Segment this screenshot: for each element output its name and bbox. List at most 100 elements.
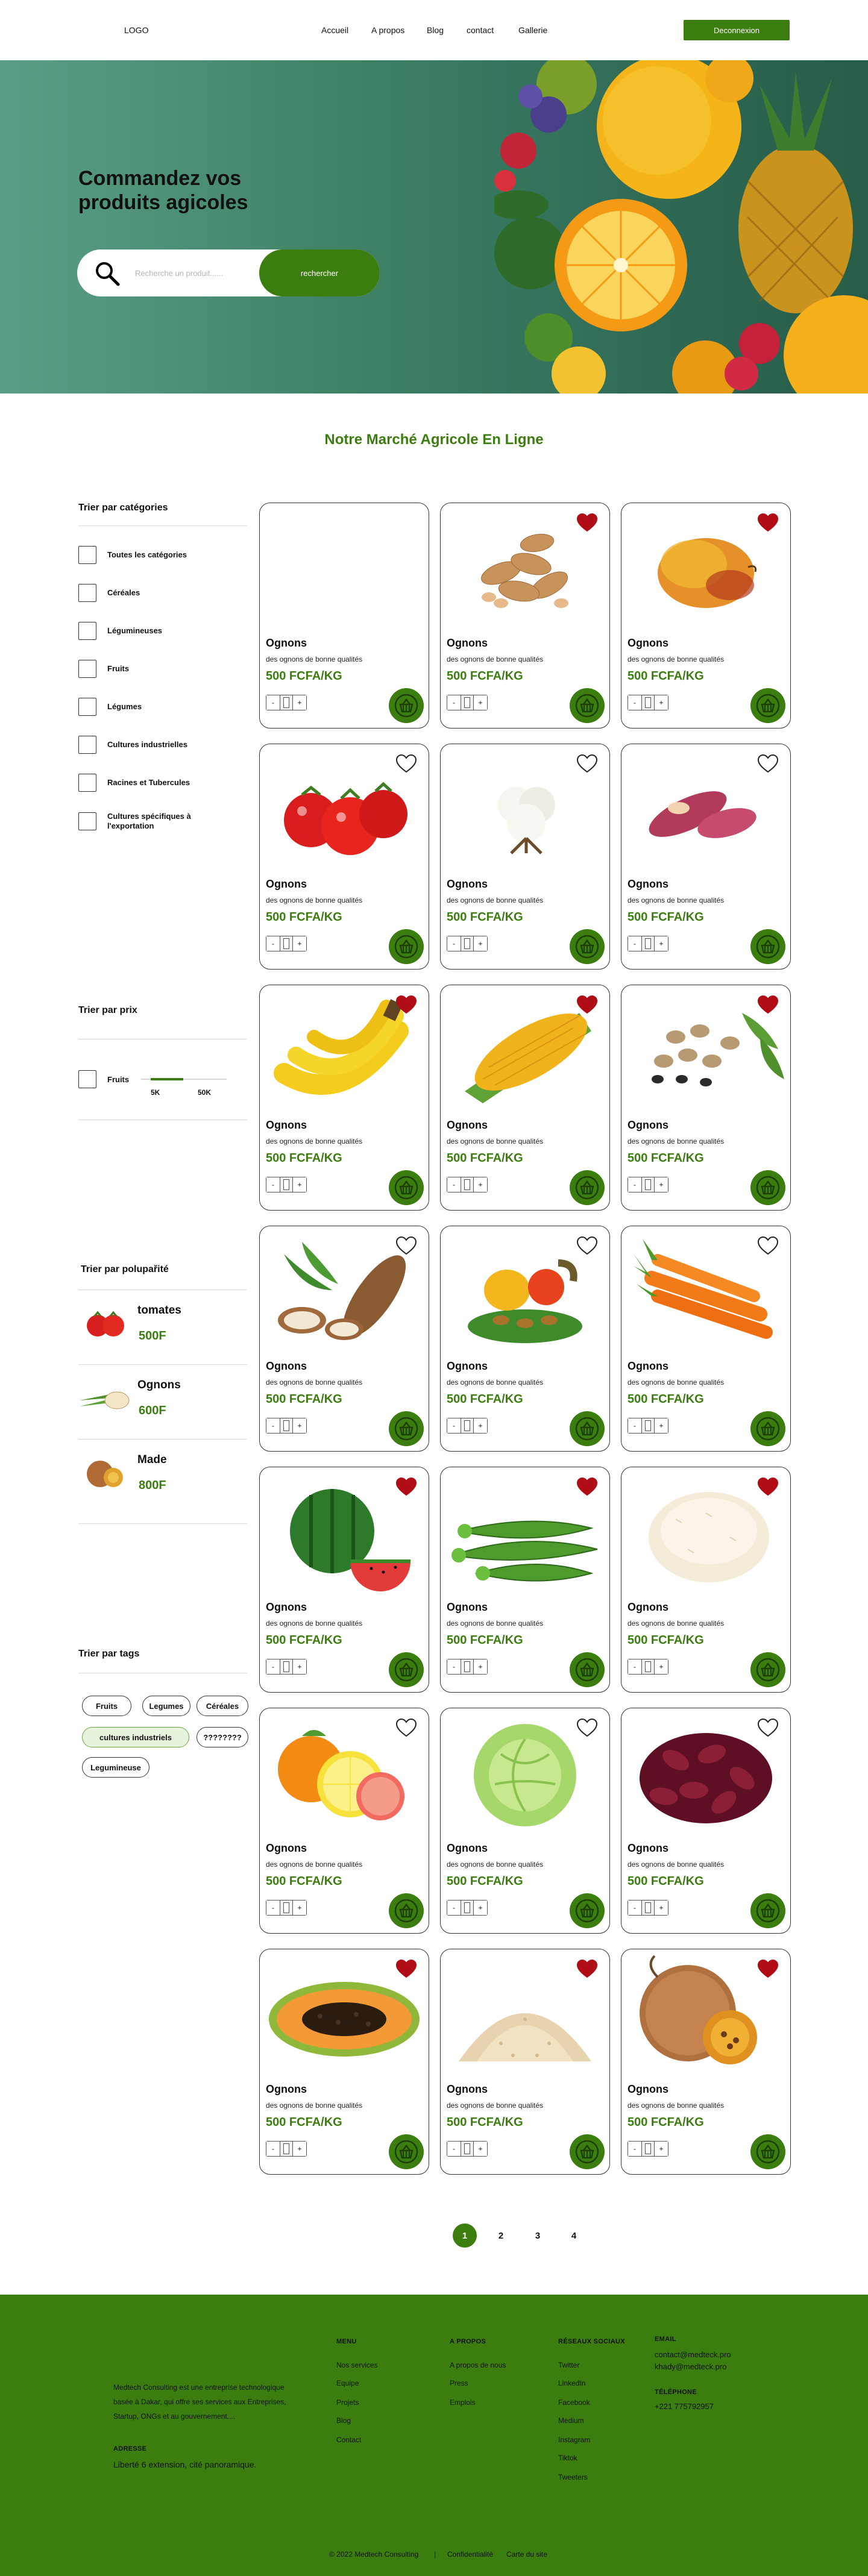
product-card[interactable]: Ognons des ognons de bonne qualités 500 FC…	[621, 1467, 791, 1693]
product-card[interactable]: Ognons des ognons de bonne qualités 500 FC…	[621, 1708, 791, 1934]
product-card[interactable]: Ognons des ognons de bonne qualités 500 FC…	[259, 1949, 429, 2175]
product-card[interactable]: Ognons des ognons de bonne qualités 500 FC…	[440, 1949, 610, 2175]
product-card[interactable]: Ognons des ognons de bonne qualités 500 FC…	[440, 985, 610, 1211]
heart-outline-icon[interactable]	[577, 1236, 597, 1255]
checkbox[interactable]	[78, 660, 96, 678]
increment-button[interactable]: +	[293, 936, 306, 951]
heart-outline-icon[interactable]	[577, 754, 597, 773]
decrement-button[interactable]: -	[266, 1901, 280, 1915]
increment-button[interactable]: +	[655, 695, 668, 710]
heart-filled-icon[interactable]	[577, 1959, 597, 1978]
footer-link-emplois[interactable]: Emplois	[450, 2398, 476, 2407]
increment-button[interactable]: +	[474, 1177, 487, 1192]
product-card[interactable]: Ognons des ognons de bonne qualités 500 FC…	[259, 744, 429, 970]
quantity-value[interactable]	[461, 1659, 474, 1674]
footer-link-instagram[interactable]: Instagram	[558, 2436, 590, 2444]
increment-button[interactable]: +	[655, 1901, 668, 1915]
search-icon[interactable]	[94, 260, 121, 287]
logout-button[interactable]: Deconnexion	[684, 20, 790, 40]
page-3-button[interactable]: 3	[526, 2223, 550, 2248]
footer-sitemap-link[interactable]: Carte du site	[506, 2550, 547, 2559]
add-to-cart-button[interactable]	[389, 929, 424, 964]
tag-cereales[interactable]: Céréales	[197, 1696, 248, 1716]
product-card[interactable]: Ognons des ognons de bonne qualités 500 FC…	[259, 1467, 429, 1693]
decrement-button[interactable]: -	[447, 1901, 461, 1915]
decrement-button[interactable]: -	[447, 2142, 461, 2156]
increment-button[interactable]: +	[293, 1901, 306, 1915]
heart-filled-icon[interactable]	[396, 1477, 417, 1496]
quantity-value[interactable]	[641, 1418, 655, 1433]
tag-unknown[interactable]: ????????	[197, 1727, 248, 1747]
popular-item-made[interactable]: Made 800F	[78, 1440, 247, 1506]
quantity-value[interactable]	[641, 1177, 655, 1192]
decrement-button[interactable]: -	[266, 1659, 280, 1674]
category-cereales[interactable]: Céréales	[78, 584, 247, 602]
quantity-value[interactable]	[461, 1901, 474, 1915]
footer-privacy-link[interactable]: Confidentialité	[447, 2550, 493, 2559]
category-cultures-industrielles[interactable]: Cultures industrielles	[78, 736, 247, 754]
checkbox[interactable]	[78, 774, 96, 792]
heart-filled-icon[interactable]	[758, 513, 778, 532]
heart-filled-icon[interactable]	[758, 995, 778, 1014]
add-to-cart-button[interactable]	[570, 1652, 605, 1687]
decrement-button[interactable]: -	[266, 1418, 280, 1433]
nav-blog[interactable]: Blog	[427, 25, 444, 35]
footer-link-projets[interactable]: Projets	[336, 2398, 359, 2407]
category-fruits[interactable]: Fruits	[78, 660, 247, 678]
footer-email-2[interactable]: khady@medteck.pro	[655, 2362, 726, 2371]
add-to-cart-button[interactable]	[389, 688, 424, 723]
tag-cultures-industriels[interactable]: cultures industriels	[82, 1727, 189, 1747]
heart-outline-icon[interactable]	[577, 1718, 597, 1737]
increment-button[interactable]: +	[474, 695, 487, 710]
product-card[interactable]: Ognons des ognons de bonne qualités 500 FC…	[440, 1708, 610, 1934]
footer-link-contact[interactable]: Contact	[336, 2436, 361, 2444]
increment-button[interactable]: +	[655, 1418, 668, 1433]
checkbox[interactable]	[78, 812, 96, 830]
quantity-value[interactable]	[461, 1177, 474, 1192]
add-to-cart-button[interactable]	[570, 1170, 605, 1205]
popular-item-tomates[interactable]: tomates 500F	[78, 1291, 247, 1357]
footer-link-linkedin[interactable]: LinkedIn	[558, 2379, 585, 2387]
category-export[interactable]: Cultures spécifiques à l'exportation	[78, 812, 247, 831]
quantity-value[interactable]	[641, 2142, 655, 2156]
footer-link-equipe[interactable]: Equipe	[336, 2379, 359, 2387]
page-4-button[interactable]: 4	[562, 2223, 586, 2248]
product-card[interactable]: Ognons des ognons de bonne qualités 500 FC…	[440, 1226, 610, 1452]
footer-link-tiktok[interactable]: Tiktok	[558, 2454, 577, 2462]
product-card[interactable]: Ognons des ognons de bonne qualités 500 FC…	[259, 1226, 429, 1452]
heart-outline-icon[interactable]	[396, 1236, 417, 1255]
increment-button[interactable]: +	[474, 1418, 487, 1433]
footer-email-1[interactable]: contact@medteck.pro	[655, 2350, 731, 2359]
quantity-value[interactable]	[461, 695, 474, 710]
footer-link-blog[interactable]: Blog	[336, 2416, 351, 2425]
decrement-button[interactable]: -	[266, 2142, 280, 2156]
quantity-value[interactable]	[280, 1418, 293, 1433]
add-to-cart-button[interactable]	[750, 1411, 785, 1446]
quantity-value[interactable]	[641, 1659, 655, 1674]
increment-button[interactable]: +	[293, 695, 306, 710]
increment-button[interactable]: +	[293, 2142, 306, 2156]
decrement-button[interactable]: -	[628, 1659, 641, 1674]
heart-outline-icon[interactable]	[758, 1718, 778, 1737]
increment-button[interactable]: +	[474, 2142, 487, 2156]
product-card[interactable]: Ognons des ognons de bonne qualités 500 FC…	[440, 744, 610, 970]
add-to-cart-button[interactable]	[750, 2134, 785, 2169]
quantity-value[interactable]	[280, 2142, 293, 2156]
page-1-button[interactable]: 1	[453, 2223, 477, 2248]
decrement-button[interactable]: -	[628, 936, 641, 951]
decrement-button[interactable]: -	[447, 936, 461, 951]
quantity-value[interactable]	[461, 2142, 474, 2156]
increment-button[interactable]: +	[474, 936, 487, 951]
tag-legumes[interactable]: Legumes	[142, 1696, 190, 1716]
add-to-cart-button[interactable]	[389, 2134, 424, 2169]
decrement-button[interactable]: -	[628, 1901, 641, 1915]
page-2-button[interactable]: 2	[489, 2223, 513, 2248]
increment-button[interactable]: +	[293, 1659, 306, 1674]
quantity-value[interactable]	[641, 936, 655, 951]
checkbox[interactable]	[78, 546, 96, 564]
decrement-button[interactable]: -	[628, 1177, 641, 1192]
heart-filled-icon[interactable]	[577, 1477, 597, 1496]
quantity-value[interactable]	[641, 695, 655, 710]
product-card[interactable]: Ognons des ognons de bonne qualités 500 FC…	[259, 1708, 429, 1934]
heart-filled-icon[interactable]	[758, 1959, 778, 1978]
